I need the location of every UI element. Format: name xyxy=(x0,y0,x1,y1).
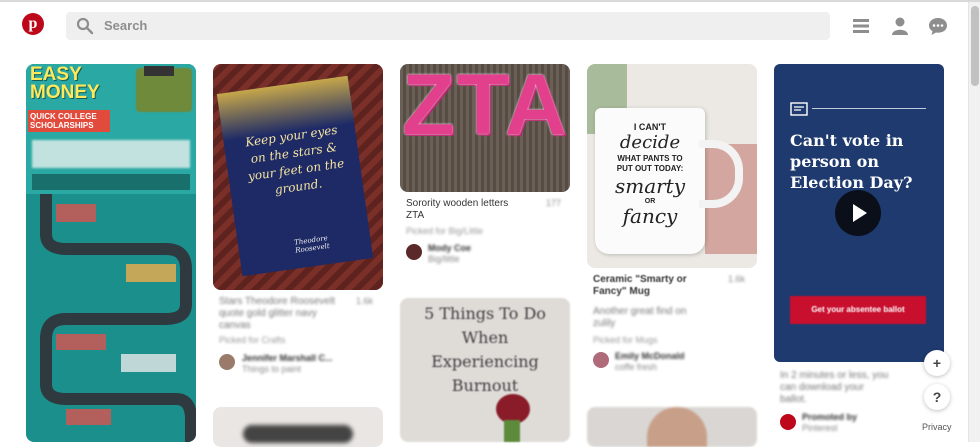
pinterest-logo-icon[interactable]: p xyxy=(22,13,44,35)
promoted-by-label: Promoted by xyxy=(802,412,858,422)
promoter-name[interactable]: Pinterest xyxy=(802,423,838,433)
user-name[interactable]: Emily McDonald xyxy=(615,351,685,361)
picked-for-label: Picked for Mugs xyxy=(593,335,658,345)
zta-letters-text: ZTA xyxy=(402,64,569,153)
pin-subtext: Another great find on zulily xyxy=(593,306,687,329)
pin-scholarship-infographic[interactable]: EASY MONEY QUICK COLLEGE SCHOLARSHIPS xyxy=(26,64,196,442)
canvas-quote-text: Keep your eyes on the stars & your feet … xyxy=(244,122,346,197)
top-navigation-bar: p Search xyxy=(0,0,980,48)
picked-for-label: Picked for Big/Little xyxy=(406,226,484,236)
avatar[interactable] xyxy=(219,354,235,370)
save-count: 1.6k xyxy=(728,274,746,284)
infographic-subtitle: QUICK COLLEGE SCHOLARSHIPS xyxy=(28,110,110,132)
pin-burnout-things[interactable]: 5 Things To Do When Experiencing Burnout xyxy=(400,298,570,442)
absentee-ballot-cta[interactable]: Get your absentee ballot xyxy=(790,296,926,324)
canvas-signature: Theodore Roosevelt xyxy=(293,234,331,255)
mug-text-line: PUT OUT TODAY: xyxy=(616,164,684,173)
pin-election-ad[interactable]: Can't vote in person on Election Day? Ge… xyxy=(774,64,944,362)
messages-icon[interactable] xyxy=(928,16,948,36)
sunglasses-graphic xyxy=(243,425,353,443)
search-input[interactable]: Search xyxy=(66,12,830,40)
privacy-link[interactable]: Privacy xyxy=(922,422,952,432)
play-icon xyxy=(853,204,867,222)
add-pin-button[interactable]: + xyxy=(924,350,950,376)
white-mug: I CAN'T decide WHAT PANTS TO PUT OUT TOD… xyxy=(595,108,705,254)
burnout-line-4: Burnout xyxy=(451,376,519,395)
user-name[interactable]: Jennifer Marshall C... xyxy=(242,353,333,363)
save-count: 177 xyxy=(546,198,562,208)
search-icon xyxy=(76,17,94,35)
pin-zta-letters[interactable]: ZTA xyxy=(400,64,570,192)
mug-text-line: WHAT PANTS TO xyxy=(617,154,683,163)
search-placeholder: Search xyxy=(104,18,148,33)
pin-description[interactable]: Ceramic "Smarty or Fancy" Mug xyxy=(593,274,717,298)
avatar[interactable] xyxy=(406,244,422,260)
infographic-icons-row xyxy=(32,174,190,190)
grad-cap-graphic xyxy=(144,66,174,76)
mug-text-line: fancy xyxy=(622,204,678,228)
user-board[interactable]: Big/little xyxy=(428,254,460,264)
ad-divider xyxy=(812,108,926,109)
flower-stem-graphic xyxy=(504,420,520,442)
page-scrollbar[interactable] xyxy=(968,2,980,442)
ballot-icon xyxy=(790,102,808,116)
avatar[interactable] xyxy=(593,352,609,368)
pin-lower-cropped-2[interactable] xyxy=(213,407,383,447)
pin-stars-quote-canvas[interactable]: Keep your eyes on the stars & your feet … xyxy=(213,64,383,290)
pin-smarty-fancy-mug[interactable]: I CAN'T decide WHAT PANTS TO PUT OUT TOD… xyxy=(587,64,757,268)
pin-description[interactable]: Stars Theodore Roosevelt quote gold glit… xyxy=(219,296,341,332)
help-button[interactable]: ? xyxy=(924,384,950,410)
user-board[interactable]: coffe fresh xyxy=(615,362,657,372)
ad-headline: Can't vote in person on Election Day? xyxy=(790,131,913,192)
navy-canvas-image: Keep your eyes on the stars & your feet … xyxy=(216,75,374,277)
user-name[interactable]: Mody Coe xyxy=(428,243,471,253)
picked-for-label: Picked for Crafts xyxy=(219,335,286,345)
promoter-avatar[interactable] xyxy=(780,414,796,430)
mug-text-line: smarty xyxy=(614,174,686,198)
burnout-line-3: Experiencing xyxy=(431,352,539,371)
infographic-road-path xyxy=(40,194,196,442)
menu-icon[interactable] xyxy=(851,16,871,36)
profile-icon[interactable] xyxy=(890,16,910,36)
mug-text-line: I CAN'T xyxy=(633,122,667,132)
scrollbar-thumb[interactable] xyxy=(971,6,979,86)
burnout-line-2: When xyxy=(461,328,509,347)
user-board[interactable]: Things to paint xyxy=(242,364,301,374)
burnout-line-1: 5 Things To Do xyxy=(424,304,546,323)
mug-text-line: decide xyxy=(619,132,681,153)
save-count: 1.6k xyxy=(356,296,374,306)
infographic-intro-text xyxy=(32,140,190,168)
pin-lower-cropped-5[interactable] xyxy=(587,407,757,447)
play-video-button[interactable] xyxy=(835,190,881,236)
pin-description[interactable]: Sorority wooden letters ZTA xyxy=(406,198,526,222)
infographic-title: EASY MONEY xyxy=(30,64,100,103)
pin-description[interactable]: In 2 minutes or less, you can download y… xyxy=(780,370,890,406)
